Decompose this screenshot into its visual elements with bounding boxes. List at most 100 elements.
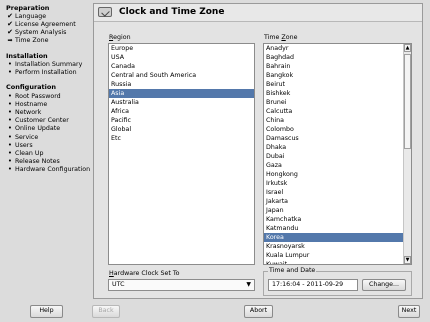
clock-dialog-icon <box>98 7 112 17</box>
sidebar-step-label: Hostname <box>15 101 48 108</box>
timezone-option[interactable]: Damascus <box>264 134 403 143</box>
arrow-right-icon: ➡ <box>7 37 13 44</box>
timezone-option[interactable]: Krasnoyarsk <box>264 242 403 251</box>
sidebar-step: • Customer Center <box>7 116 69 124</box>
region-list[interactable]: Europe USA Canada Central and South America… <box>108 43 255 265</box>
timezone-scrollbar[interactable]: ▲ ▼ <box>403 44 411 264</box>
bullet-icon: • <box>7 60 13 68</box>
time-date-label: Time and Date <box>268 267 317 274</box>
sidebar-step-label: System Analysis <box>15 29 67 36</box>
timezone-option[interactable]: Kamchatka <box>264 215 403 224</box>
region-option[interactable]: Etc <box>109 134 254 143</box>
region-option[interactable]: Australia <box>109 98 254 107</box>
timezone-option[interactable]: Japan <box>264 206 403 215</box>
bullet-icon: • <box>7 133 13 141</box>
sidebar-step-label: Clean Up <box>15 150 44 157</box>
bullet-icon: • <box>7 165 13 173</box>
timezone-option[interactable]: Bishkek <box>264 89 403 98</box>
timezone-option[interactable]: Korea <box>264 233 403 242</box>
timezone-option[interactable]: Colombo <box>264 125 403 134</box>
sidebar-step: • Online Update <box>7 124 60 132</box>
timezone-option[interactable]: Kuala Lumpur <box>264 251 403 260</box>
time-date-frame: Time and Date 17:16:04 - 2011-09-29 Chan… <box>263 267 412 296</box>
region-option[interactable]: Europe <box>109 44 254 53</box>
sidebar-step-label: Customer Center <box>15 117 69 124</box>
sidebar-section-title: Installation <box>6 52 48 60</box>
sidebar-step-label: Perform Installation <box>15 69 77 76</box>
sidebar-step-label: Language <box>15 13 47 20</box>
timezone-option[interactable]: Calcutta <box>264 107 403 116</box>
clock-timezone-panel: Clock and Time Zone Region Europe USA Cana… <box>93 3 423 299</box>
sidebar-section-title: Configuration <box>6 83 56 91</box>
bullet-icon: • <box>7 92 13 100</box>
timezone-option[interactable]: Hongkong <box>264 170 403 179</box>
check-icon: ✔ <box>7 12 13 20</box>
bullet-icon: • <box>7 68 13 76</box>
region-option[interactable]: Russia <box>109 80 254 89</box>
abort-button[interactable]: Abort <box>244 305 273 318</box>
wizard-steps-sidebar: Preparation ✔ Language ✔ License Agreement ✔ S… <box>0 0 93 300</box>
timezone-option[interactable]: Bahrain <box>264 62 403 71</box>
region-option[interactable]: Africa <box>109 107 254 116</box>
region-option[interactable]: Pacific <box>109 116 254 125</box>
timezone-label: Time Zone <box>264 34 298 41</box>
change-time-button[interactable]: Change... <box>362 279 406 291</box>
region-option[interactable]: Canada <box>109 62 254 71</box>
timezone-option[interactable]: China <box>264 116 403 125</box>
timezone-option[interactable]: Anadyr <box>264 44 403 53</box>
timezone-option[interactable]: Katmandu <box>264 224 403 233</box>
sidebar-step: ✔ System Analysis <box>7 28 66 36</box>
sidebar-step: • Hardware Configuration <box>7 165 90 173</box>
sidebar-section-title: Preparation <box>6 4 50 12</box>
region-option[interactable]: Asia <box>109 89 254 98</box>
chevron-down-icon: ▼ <box>246 281 251 288</box>
timezone-option[interactable]: Beirut <box>264 80 403 89</box>
timezone-option[interactable]: Gaza <box>264 161 403 170</box>
sidebar-step: • Installation Summary <box>7 60 82 68</box>
timezone-option[interactable]: Jakarta <box>264 197 403 206</box>
timezone-option[interactable]: Baghdad <box>264 53 403 62</box>
bullet-icon: • <box>7 124 13 132</box>
timezone-list[interactable]: Anadyr Baghdad Bahrain Bangkok Beirut Bishkek… <box>263 43 412 265</box>
region-option[interactable]: Central and South America <box>109 71 254 80</box>
panel-header: Clock and Time Zone <box>94 4 422 22</box>
timezone-option[interactable]: Brunei <box>264 98 403 107</box>
timezone-option[interactable]: Dhaka <box>264 143 403 152</box>
timezone-option[interactable]: Israel <box>264 188 403 197</box>
timezone-option[interactable]: Kuwait <box>264 260 403 264</box>
sidebar-step-label: Installation Summary <box>15 61 83 68</box>
help-button[interactable]: Help <box>30 305 63 318</box>
bullet-icon: • <box>7 141 13 149</box>
sidebar-step-label: Service <box>15 134 39 141</box>
sidebar-step: • Release Notes <box>7 157 60 165</box>
scroll-down-icon[interactable]: ▼ <box>404 256 411 264</box>
sidebar-step: ➡ Time Zone <box>7 37 48 45</box>
sidebar-step: • Hostname <box>7 100 47 108</box>
sidebar-step: • Clean Up <box>7 149 44 157</box>
page-title: Clock and Time Zone <box>119 7 225 17</box>
sidebar-step-label: License Agreement <box>15 21 76 28</box>
next-button[interactable]: Next <box>398 305 420 318</box>
sidebar-step: • Users <box>7 141 33 149</box>
sidebar-step: • Root Password <box>7 92 61 100</box>
check-icon: ✔ <box>7 20 13 28</box>
bullet-icon: • <box>7 157 13 165</box>
timezone-option[interactable]: Irkutsk <box>264 179 403 188</box>
bullet-icon: • <box>7 149 13 157</box>
region-option[interactable]: Global <box>109 125 254 134</box>
sidebar-step-label: Network <box>15 109 42 116</box>
back-button[interactable]: Back <box>92 305 120 318</box>
sidebar-step-label: Time Zone <box>15 37 49 44</box>
sidebar-step-label: Users <box>15 142 33 149</box>
sidebar-step: ✔ Language <box>7 12 46 20</box>
scroll-up-icon[interactable]: ▲ <box>404 44 411 52</box>
hardware-clock-select[interactable]: UTC ▼ <box>108 279 255 291</box>
hardware-clock-label: Hardware Clock Set To <box>109 270 180 277</box>
timezone-option[interactable]: Bangkok <box>264 71 403 80</box>
region-option[interactable]: USA <box>109 53 254 62</box>
timezone-option[interactable]: Dubai <box>264 152 403 161</box>
hardware-clock-value: UTC <box>112 281 125 288</box>
region-label: Region <box>109 34 131 41</box>
sidebar-step: ✔ License Agreement <box>7 20 76 28</box>
scroll-thumb[interactable] <box>404 54 411 149</box>
